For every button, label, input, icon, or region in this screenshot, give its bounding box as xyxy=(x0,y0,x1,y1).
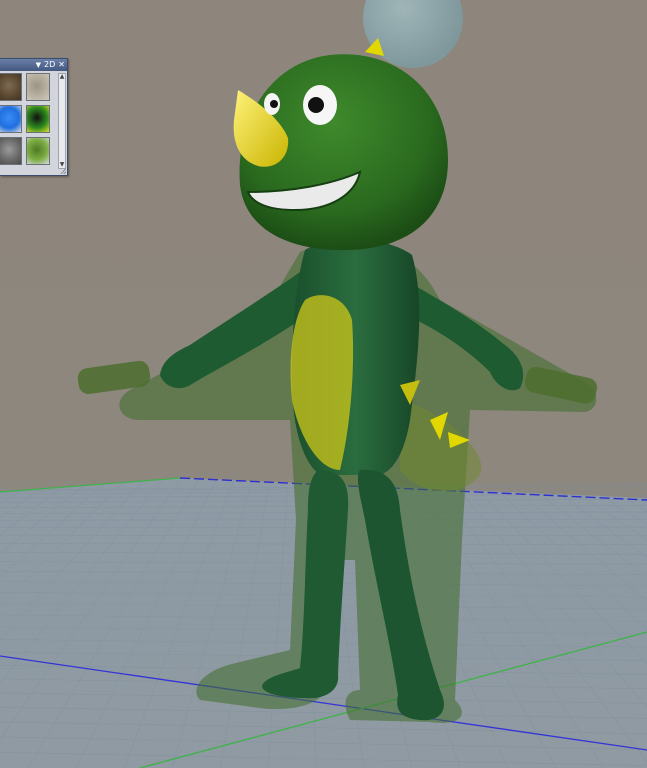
thumb-leaf[interactable] xyxy=(26,137,50,165)
3d-viewport[interactable]: ▼ 2D ✕ ▲ ▼ xyxy=(0,0,647,768)
thumb-blue-shape[interactable] xyxy=(0,105,22,133)
dropdown-arrow-icon[interactable]: ▼ xyxy=(36,59,41,71)
panel-title: 2D xyxy=(44,60,56,69)
right-pupil xyxy=(308,97,324,113)
thumb-spotted[interactable] xyxy=(26,105,50,133)
thumb-stone[interactable] xyxy=(0,137,22,165)
light-sphere[interactable] xyxy=(363,0,463,68)
panel-scrollbar[interactable]: ▲ ▼ xyxy=(58,73,66,169)
thumb-forest[interactable] xyxy=(0,73,22,101)
scene-canvas[interactable] xyxy=(0,0,647,768)
2d-library-panel[interactable]: ▼ 2D ✕ ▲ ▼ xyxy=(0,58,68,176)
close-icon[interactable]: ✕ xyxy=(58,59,65,71)
left-pupil xyxy=(270,100,278,108)
resize-grip-icon[interactable] xyxy=(60,168,66,174)
thumb-gravel[interactable] xyxy=(26,73,50,101)
scroll-up-icon[interactable]: ▲ xyxy=(59,74,65,80)
thumbnail-grid xyxy=(0,73,56,171)
panel-title-bar[interactable]: ▼ 2D ✕ xyxy=(0,59,67,71)
